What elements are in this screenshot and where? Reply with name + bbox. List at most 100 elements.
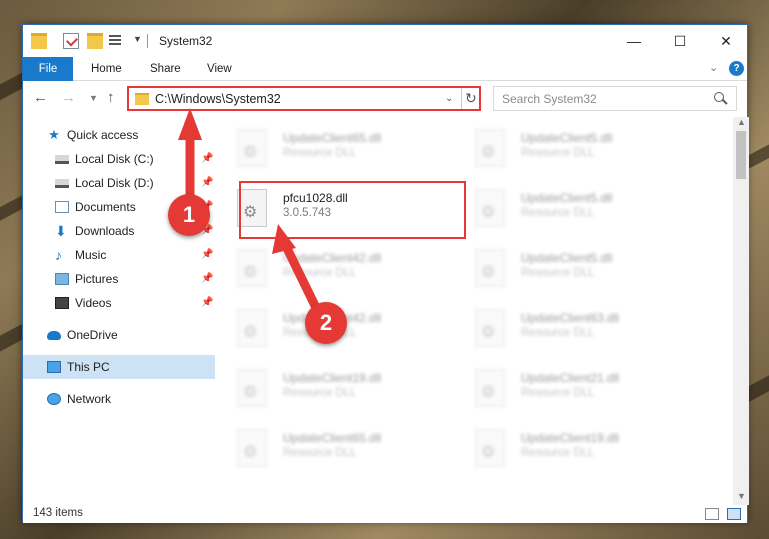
toolbar-divider [147, 34, 148, 48]
file-type: Resource DLL [521, 387, 595, 399]
tab-view[interactable]: View [207, 57, 232, 81]
back-arrow-icon[interactable]: ← [33, 89, 48, 106]
close-button[interactable]: ✕ [703, 25, 749, 57]
dll-file-icon [237, 309, 267, 347]
dll-file-icon [475, 369, 505, 407]
chevron-down-icon[interactable]: ⌄ [445, 93, 453, 104]
sidebar-item-this-pc[interactable]: This PC [23, 355, 215, 379]
scroll-down-icon[interactable]: ▼ [737, 491, 746, 501]
drive-icon [55, 155, 69, 164]
file-name: UpdateClient63.dll [521, 311, 620, 325]
file-name: UpdateClient5.dll [521, 251, 613, 265]
forward-arrow-icon[interactable]: → [61, 89, 76, 106]
search-icon[interactable] [714, 92, 724, 102]
sidebar-item-music[interactable]: ♪ Music 📌 [23, 243, 215, 267]
dll-file-icon [237, 429, 267, 467]
address-bar[interactable]: C:\Windows\System32 ⌄ ↻ [127, 86, 481, 111]
up-arrow-icon[interactable]: ↑ [107, 89, 115, 106]
navigation-pane: ★ Quick access Local Disk (C:) 📌 Local D… [23, 117, 215, 505]
sidebar-item-label: Videos [75, 296, 112, 310]
file-name: UpdateClient42.dll [283, 251, 382, 265]
scrollbar-thumb[interactable] [736, 131, 746, 179]
star-icon: ★ [48, 127, 60, 142]
customize-toolbar-icon[interactable] [109, 33, 127, 49]
file-type: Resource DLL [521, 207, 595, 219]
file-name: UpdateClient5.dll [521, 191, 613, 205]
refresh-icon[interactable]: ↻ [465, 90, 477, 107]
details-view-icon[interactable] [705, 508, 719, 520]
sidebar-item-local-disk-c[interactable]: Local Disk (C:) 📌 [23, 147, 215, 171]
file-name: UpdateClient19.dll [521, 431, 620, 445]
highlight-box-file [239, 181, 466, 239]
file-name: UpdateClient65.dll [283, 431, 382, 445]
sidebar-item-label: Pictures [75, 272, 119, 286]
file-name: UpdateClient65.dll [283, 131, 382, 145]
new-folder-icon[interactable] [87, 33, 103, 49]
pin-icon[interactable]: 📌 [201, 243, 213, 267]
file-item[interactable]: UpdateClient63.dll Resource DLL [465, 303, 695, 361]
help-icon[interactable]: ? [729, 61, 744, 76]
sidebar-item-local-disk-d[interactable]: Local Disk (D:) 📌 [23, 171, 215, 195]
pin-icon[interactable]: 📌 [201, 267, 213, 291]
step-1-badge: 1 [168, 194, 210, 236]
dll-file-icon [237, 369, 267, 407]
sidebar-item-label: Music [75, 248, 107, 262]
vertical-scrollbar[interactable]: ▲ ▼ [733, 117, 749, 505]
file-item[interactable]: UpdateClient42.dll Resource DLL [227, 243, 457, 301]
minimize-button[interactable]: — [611, 25, 657, 57]
properties-icon[interactable] [63, 33, 79, 49]
chevron-down-icon[interactable]: ▼ [133, 34, 142, 44]
dll-file-icon [475, 129, 505, 167]
search-input[interactable]: Search System32 [493, 86, 737, 111]
download-icon: ⬇ [55, 223, 67, 239]
address-divider [461, 88, 462, 109]
file-item[interactable]: UpdateClient5.dll Resource DLL [465, 243, 695, 301]
navigation-bar: ← → ▼ ↑ C:\Windows\System32 ⌄ ↻ Search S… [23, 81, 747, 117]
title-bar: ▼ System32 — ☐ ✕ [23, 25, 747, 57]
file-item[interactable]: UpdateClient19.dll Resource DLL [465, 423, 695, 481]
sidebar-item-network[interactable]: Network [23, 387, 215, 411]
dll-file-icon [237, 249, 267, 287]
pictures-icon [55, 273, 69, 285]
sidebar-item-onedrive[interactable]: OneDrive [23, 323, 215, 347]
pin-icon[interactable]: 📌 [201, 171, 213, 195]
search-placeholder: Search System32 [502, 92, 597, 106]
file-item[interactable]: UpdateClient5.dll Resource DLL [465, 123, 695, 181]
file-item[interactable]: UpdateClient65.dll Resource DLL [227, 123, 457, 181]
file-type: Resource DLL [283, 147, 357, 159]
recent-locations-icon[interactable]: ▼ [89, 93, 98, 103]
file-item[interactable]: UpdateClient5.dll Resource DLL [465, 183, 695, 241]
scroll-up-icon[interactable]: ▲ [737, 117, 746, 127]
sidebar-item-quick-access[interactable]: ★ Quick access [23, 123, 215, 147]
network-icon [47, 393, 61, 405]
file-type: Resource DLL [521, 447, 595, 459]
dll-file-icon [237, 129, 267, 167]
pin-icon[interactable]: 📌 [201, 147, 213, 171]
status-bar: 143 items [23, 505, 747, 523]
sidebar-item-label: Local Disk (C:) [75, 152, 154, 166]
file-name: UpdateClient21.dll [521, 371, 620, 385]
music-icon: ♪ [55, 247, 62, 263]
file-item[interactable]: UpdateClient19.dll Resource DLL [227, 363, 457, 421]
tab-home[interactable]: Home [91, 57, 122, 81]
file-item[interactable]: UpdateClient21.dll Resource DLL [465, 363, 695, 421]
maximize-button[interactable]: ☐ [657, 25, 703, 57]
sidebar-item-label: Network [67, 392, 112, 406]
tab-share[interactable]: Share [150, 57, 181, 81]
address-path[interactable]: C:\Windows\System32 [155, 92, 281, 106]
file-list: UpdateClient65.dll Resource DLL pfcu1028… [215, 117, 733, 505]
sidebar-item-label: OneDrive [67, 328, 118, 342]
file-type: Resource DLL [521, 327, 595, 339]
tiles-view-icon[interactable] [727, 508, 741, 520]
file-type: Resource DLL [521, 147, 595, 159]
sidebar-item-videos[interactable]: Videos 📌 [23, 291, 215, 315]
documents-icon [55, 201, 69, 213]
file-type: Resource DLL [283, 387, 357, 399]
tab-file[interactable]: File [23, 57, 73, 81]
folder-icon[interactable] [31, 33, 47, 49]
pin-icon[interactable]: 📌 [201, 291, 213, 315]
expand-ribbon-icon[interactable]: ⌄ [709, 61, 718, 74]
cloud-icon [47, 331, 61, 340]
file-item[interactable]: UpdateClient65.dll Resource DLL [227, 423, 457, 481]
sidebar-item-pictures[interactable]: Pictures 📌 [23, 267, 215, 291]
